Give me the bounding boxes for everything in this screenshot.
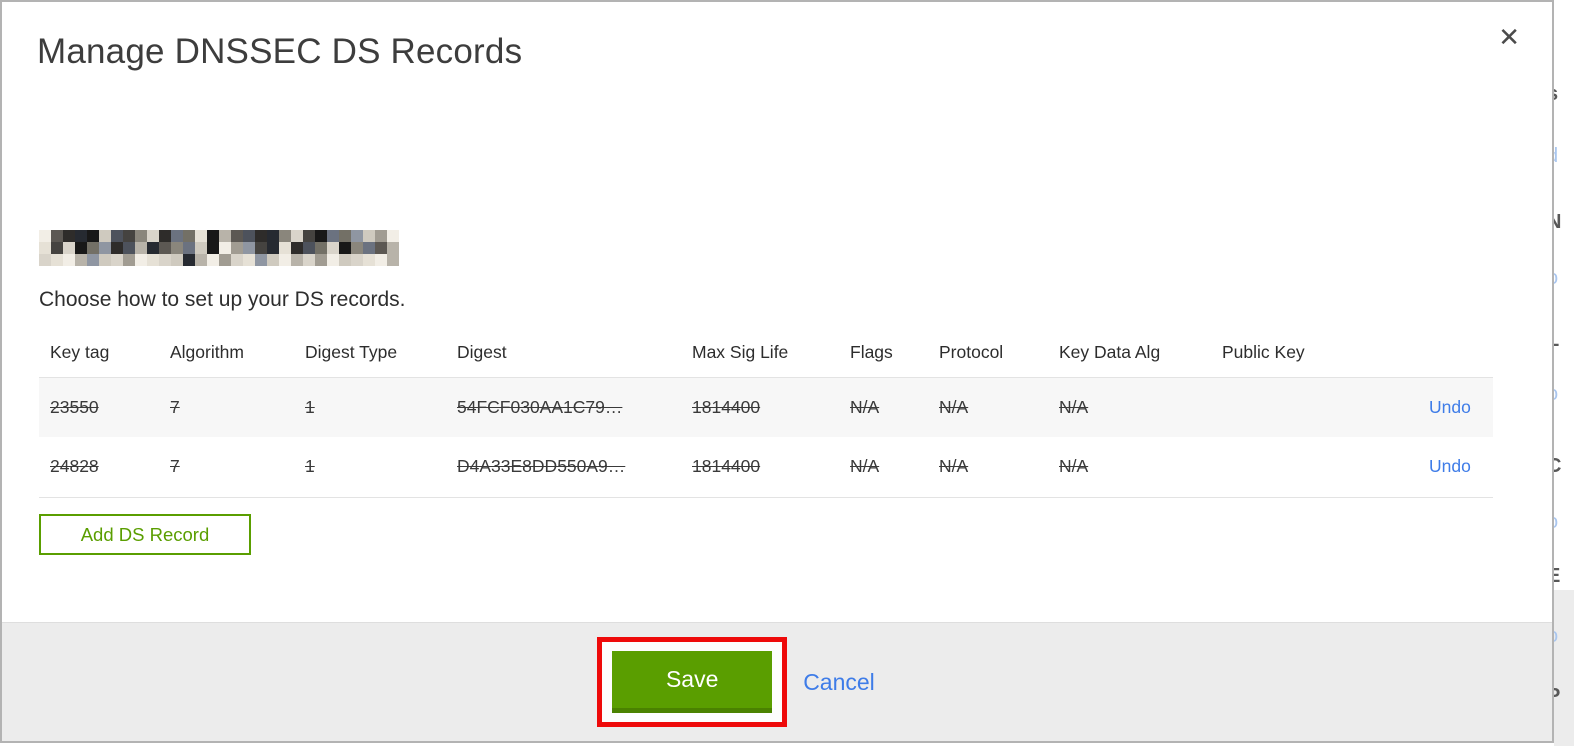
flags-value: N/A [850,456,880,477]
cell-algorithm: 7 [159,437,294,497]
background-text-fragment: L [1554,330,1559,350]
add-ds-record-button[interactable]: Add DS Record [39,514,251,555]
cell-digest: 54FCF030AA1C79… [446,377,681,437]
undo-link[interactable]: Undo [1429,397,1471,417]
cell-public-key [1211,377,1418,437]
cancel-link[interactable]: Cancel [803,669,875,696]
cell-max-sig-life: 1814400 [681,377,839,437]
background-text-fragment: C [1554,455,1562,477]
redacted-domain-name [39,230,399,266]
background-text-fragment: P [1554,686,1560,706]
col-max-sig-life: Max Sig Life [692,341,789,362]
cell-key-tag: 23550 [39,377,159,437]
background-text-fragment: s [1554,84,1558,104]
cell-algorithm: 7 [159,377,294,437]
protocol-value: N/A [939,456,969,477]
modal-title: Manage DNSSEC DS Records [37,32,523,71]
background-text-fragment: d [1554,146,1558,166]
key-tag-value: 24828 [50,456,99,477]
col-public-key: Public Key [1222,341,1305,362]
col-digest-type: Digest Type [305,341,398,362]
background-text-fragment: E [1554,566,1560,586]
col-key-tag: Key tag [50,341,110,362]
footer-actions: Save Cancel [0,623,1511,741]
key-data-alg-value: N/A [1059,456,1089,477]
background-text-fragment: o [1554,384,1558,404]
background-page-strip: s d No Lo Co Eo P [1554,0,1574,746]
background-text-fragment: o [1554,268,1558,288]
save-button[interactable]: Save [612,651,773,713]
digest-value: 54FCF030AA1C79… [457,396,623,417]
cell-action: Undo [1418,437,1493,497]
cell-digest-type: 1 [294,377,446,437]
background-text-fragment: o [1554,512,1558,532]
cell-digest-type: 1 [294,437,446,497]
max-sig-life-value: 1814400 [692,396,761,417]
digest-value: D4A33E8DD550A9… [457,456,626,477]
algorithm-value: 7 [170,456,180,477]
table-header-row: Key tag Algorithm Digest Type Digest Max… [39,328,1493,377]
table-row: 23550 7 1 54FCF030AA1C79… 1814400 N/A N/… [39,377,1493,437]
digest-type-value: 1 [305,456,315,477]
cell-protocol: N/A [928,437,1048,497]
close-icon[interactable]: ✕ [1498,24,1520,50]
cell-flags: N/A [839,377,928,437]
cell-digest: D4A33E8DD550A9… [446,437,681,497]
key-tag-value: 23550 [50,396,99,417]
col-key-data-alg: Key Data Alg [1059,341,1161,362]
cell-protocol: N/A [928,377,1048,437]
cell-key-data-alg: N/A [1048,437,1211,497]
background-footer-strip [1554,590,1574,746]
modal-footer: Save Cancel [2,622,1552,741]
cell-max-sig-life: 1814400 [681,437,839,497]
background-text-fragment: N [1554,211,1562,233]
cell-flags: N/A [839,437,928,497]
col-actions [1418,328,1493,377]
ds-records-table: Key tag Algorithm Digest Type Digest Max… [39,328,1493,498]
cell-action: Undo [1418,377,1493,437]
cell-key-tag: 24828 [39,437,159,497]
undo-link[interactable]: Undo [1429,456,1471,476]
col-flags: Flags [850,341,893,362]
dnssec-modal: ✕ Manage DNSSEC DS Records Choose how to… [0,0,1554,743]
screen: s d No Lo Co Eo P ✕ Manage DNSSEC DS Records C… [0,0,1574,746]
cell-key-data-alg: N/A [1048,377,1211,437]
annotation-highlight-rectangle: Save [597,637,788,727]
flags-value: N/A [850,396,880,417]
col-protocol: Protocol [939,341,1004,362]
max-sig-life-value: 1814400 [692,456,761,477]
instruction-text: Choose how to set up your DS records. [39,288,406,311]
protocol-value: N/A [939,396,969,417]
key-data-alg-value: N/A [1059,396,1089,417]
algorithm-value: 7 [170,396,180,417]
col-digest: Digest [457,341,507,362]
background-text-fragment: o [1554,626,1558,646]
cell-public-key [1211,437,1418,497]
table-row: 24828 7 1 D4A33E8DD550A9… 1814400 N/A N/… [39,437,1493,497]
col-algorithm: Algorithm [170,341,244,362]
digest-type-value: 1 [305,396,315,417]
